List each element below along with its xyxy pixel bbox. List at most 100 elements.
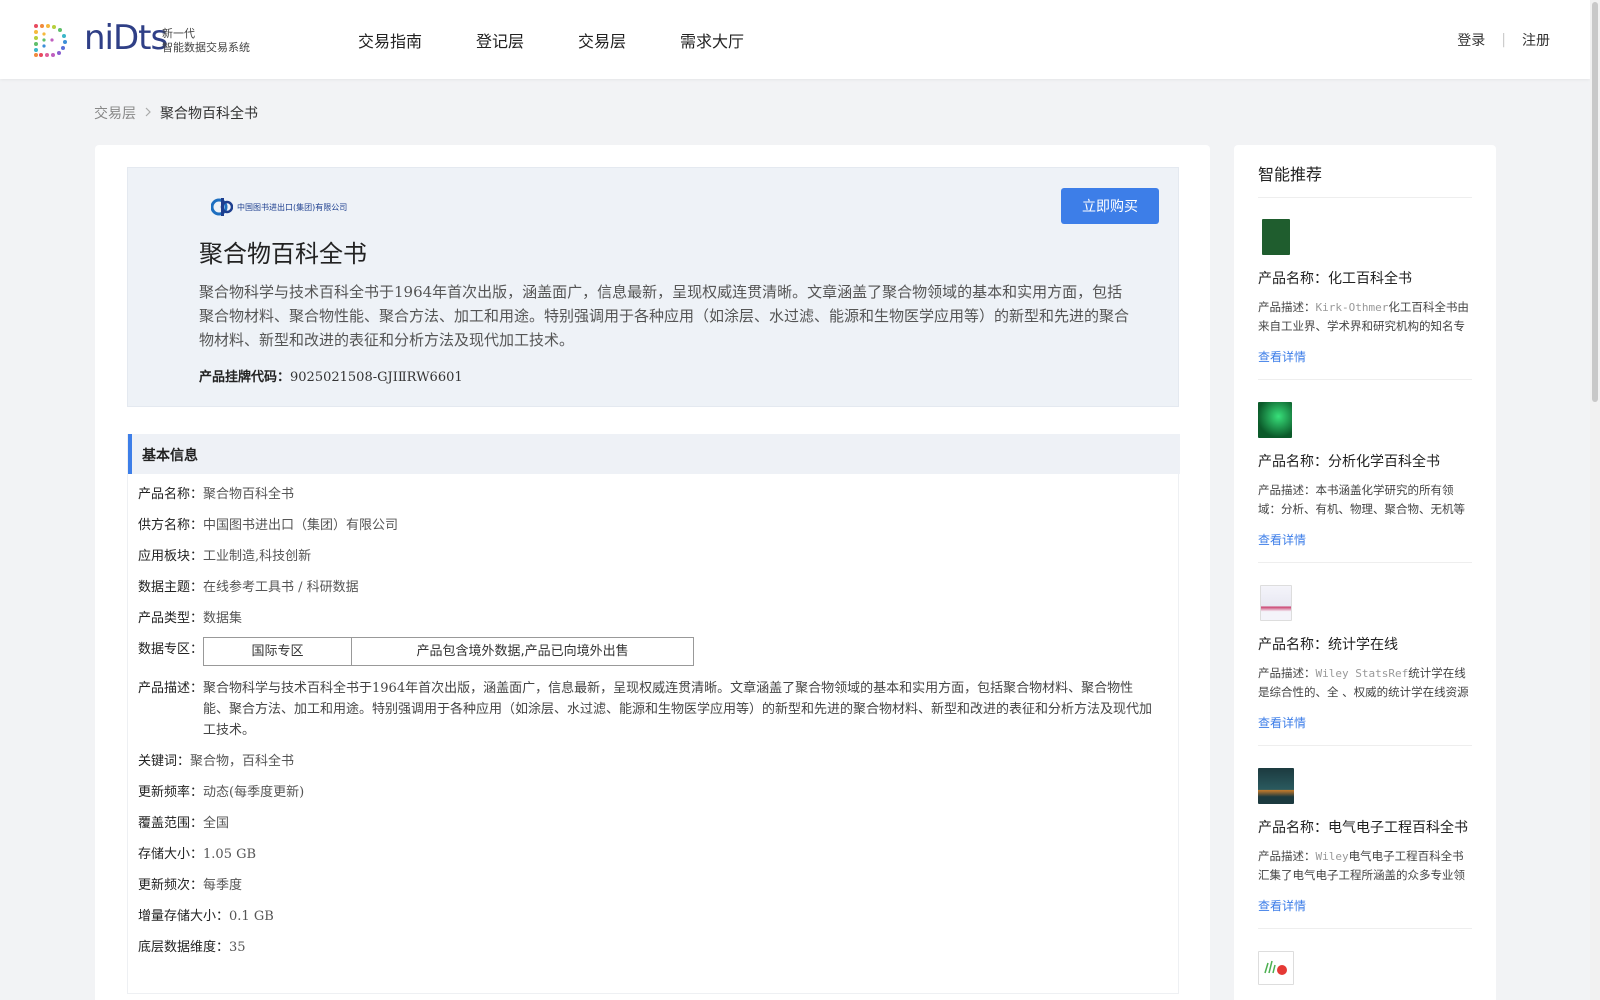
logo-subtitle: 新一代 智能数据交易系统 bbox=[162, 27, 250, 55]
info-row: 应用板块： 工业制造,科技创新 bbox=[138, 546, 1168, 567]
chevron-right-icon bbox=[144, 106, 152, 120]
nav-item-trading[interactable]: 交易层 bbox=[578, 28, 626, 52]
info-row: 关键词： 聚合物，百科全书 bbox=[138, 751, 1168, 772]
page-scrollbar[interactable] bbox=[1590, 0, 1600, 1000]
view-details-link[interactable]: 查看详情 bbox=[1258, 897, 1472, 914]
register-link[interactable]: 注册 bbox=[1522, 30, 1550, 50]
els-logo-thumbnail[interactable] bbox=[1258, 951, 1294, 985]
scrollbar-thumb[interactable] bbox=[1592, 2, 1598, 402]
recommendation-desc: 产品描述：Wiley电气电子工程百科全书汇集了电气电子工程所涵盖的众多专业领域 bbox=[1258, 847, 1472, 883]
nav-item-registration[interactable]: 登记层 bbox=[476, 28, 524, 52]
basic-info-header: 基本信息 bbox=[128, 434, 1180, 474]
recommendation-name[interactable]: 产品名称：统计学在线 bbox=[1258, 634, 1472, 654]
buy-now-button[interactable]: 立即购买 bbox=[1061, 188, 1159, 224]
book-cover-thumbnail[interactable] bbox=[1262, 219, 1290, 255]
info-row: 数据主题： 在线参考工具书 / 科研数据 bbox=[138, 577, 1168, 598]
info-key: 更新频率： bbox=[138, 785, 204, 800]
auth-separator: | bbox=[1501, 32, 1506, 48]
desc-en: Kirk-Othmer bbox=[1315, 301, 1389, 314]
auth-links: 登录 | 注册 bbox=[1457, 30, 1550, 50]
desc-prefix: 产品描述： bbox=[1258, 666, 1316, 680]
info-row: 更新频次： 每季度 bbox=[138, 875, 1168, 896]
recommendation-divider bbox=[1258, 928, 1472, 929]
logo-subtitle-line1: 新一代 bbox=[162, 27, 195, 40]
data-zone-table: 国际专区 产品包含境外数据,产品已向境外出售 bbox=[203, 637, 695, 666]
recommendation-item[interactable]: 产品名称：统计学在线 产品描述：Wiley StatsRef统计学在线是综合性的… bbox=[1258, 585, 1472, 746]
view-details-link[interactable]: 查看详情 bbox=[1258, 714, 1472, 731]
recommendation-item[interactable]: 产品名称：化工百科全书 产品描述：Kirk-Othmer化工百科全书由来自工业界… bbox=[1258, 219, 1472, 380]
info-value: 聚合物科学与技术百科全书于1964年首次出版，涵盖面广，信息最新，呈现权威连贯清… bbox=[203, 681, 1153, 738]
nav-item-guide[interactable]: 交易指南 bbox=[358, 28, 422, 52]
basic-info-section: 基本信息 产品名称： 聚合物百科全书 供方名称： 中国图书进出口（集团）有限公司 应… bbox=[127, 434, 1180, 994]
info-value: 数据集 bbox=[203, 611, 243, 626]
book-cover-thumbnail[interactable] bbox=[1258, 402, 1292, 438]
view-details-link[interactable]: 查看详情 bbox=[1258, 531, 1472, 548]
info-row-data-zone: 数据专区： 国际专区 产品包含境外数据,产品已向境外出售 bbox=[138, 637, 1168, 666]
main-nav: 交易指南 登记层 交易层 需求大厅 bbox=[358, 28, 798, 52]
info-row: 存储大小： 1.05 GB bbox=[138, 844, 1168, 865]
recommendation-desc: 产品描述：Wiley StatsRef统计学在线是综合性的、全 、权威的统计学在… bbox=[1258, 664, 1472, 700]
info-key: 产品描述： bbox=[138, 681, 204, 696]
desc-prefix: 产品描述： bbox=[1258, 849, 1316, 863]
nav-item-demand-hall[interactable]: 需求大厅 bbox=[680, 28, 744, 52]
product-hero: 中国图书进出口(集团)有限公司 立即购买 聚合物百科全书 聚合物科学与技术百科全… bbox=[127, 167, 1179, 407]
info-key: 更新频次： bbox=[138, 878, 204, 893]
basic-info-rows: 产品名称： 聚合物百科全书 供方名称： 中国图书进出口（集团）有限公司 应用板块：工… bbox=[138, 484, 1168, 968]
info-row: 产品类型： 数据集 bbox=[138, 608, 1168, 629]
info-value: 每季度 bbox=[203, 878, 243, 893]
desc-prefix: 产品描述： bbox=[1258, 483, 1316, 497]
recommendation-item[interactable]: 产品名称：电气电子工程百科全书 产品描述：Wiley电气电子工程百科全书汇集了电… bbox=[1258, 768, 1472, 929]
breadcrumb-parent[interactable]: 交易层 bbox=[94, 103, 136, 123]
info-value: 动态(每季度更新) bbox=[203, 785, 305, 800]
login-link[interactable]: 登录 bbox=[1457, 30, 1485, 50]
logo-word: niDts bbox=[84, 18, 168, 58]
book-cover-thumbnail[interactable] bbox=[1260, 585, 1292, 621]
recommendation-divider bbox=[1258, 562, 1472, 563]
info-row: 产品名称： 聚合物百科全书 bbox=[138, 484, 1168, 505]
book-cover-thumbnail[interactable] bbox=[1258, 768, 1294, 804]
info-row: 底层数据维度： 35 bbox=[138, 937, 1168, 958]
info-key: 应用板块： bbox=[138, 549, 204, 564]
product-summary: 聚合物科学与技术百科全书于1964年首次出版，涵盖面广，信息最新，呈现权威连贯清… bbox=[199, 283, 1130, 349]
info-row: 覆盖范围： 全国 bbox=[138, 813, 1168, 834]
site-logo[interactable]: niDts 新一代 智能数据交易系统 bbox=[30, 18, 260, 60]
top-header: niDts 新一代 智能数据交易系统 交易指南 登记层 交易层 需求大厅 登录 … bbox=[0, 0, 1590, 79]
supplier-logo-icon bbox=[211, 198, 233, 216]
recommendation-divider bbox=[1258, 745, 1472, 746]
sidebar-divider bbox=[1258, 197, 1472, 198]
recommendation-name[interactable]: 产品名称：电气电子工程百科全书 bbox=[1258, 817, 1472, 837]
recommendation-sidebar: 智能推荐 产品名称：化工百科全书 产品描述：Kirk-Othmer化工百科全书由… bbox=[1234, 145, 1496, 1000]
info-value: 0.1 GB bbox=[229, 909, 274, 924]
view-details-link[interactable]: 查看详情 bbox=[1258, 348, 1472, 365]
supplier-logo-text: 中国图书进出口(集团)有限公司 bbox=[237, 202, 348, 212]
info-key: 产品名称： bbox=[138, 487, 204, 502]
info-value: 35 bbox=[229, 940, 246, 955]
info-key: 数据主题： bbox=[138, 580, 204, 595]
recommendation-desc: 产品描述：本书涵盖化学研究的所有领域：分析、有机、物理、聚合物、无机等 bbox=[1258, 481, 1472, 517]
info-key: 供方名称： bbox=[138, 518, 204, 533]
recommendation-name[interactable]: 产品名称：化工百科全书 bbox=[1258, 268, 1472, 288]
info-value: 聚合物，百科全书 bbox=[190, 754, 295, 769]
data-zone-cell: 产品包含境外数据,产品已向境外出售 bbox=[351, 638, 693, 665]
info-key: 产品类型： bbox=[138, 611, 204, 626]
info-key: 数据专区： bbox=[138, 642, 204, 657]
recommendation-item[interactable] bbox=[1258, 951, 1472, 985]
recommendation-desc: 产品描述：Kirk-Othmer化工百科全书由来自工业界、学术界和研究机构的知名… bbox=[1258, 298, 1472, 334]
info-value: 聚合物百科全书 bbox=[203, 487, 295, 502]
info-value: 工业制造,科技创新 bbox=[203, 549, 312, 564]
listing-code: 产品挂牌代码：9025021508-GJIⅡRW6601 bbox=[199, 366, 463, 385]
info-row: 增量存储大小： 0.1 GB bbox=[138, 906, 1168, 927]
els-logo-icon bbox=[1264, 960, 1287, 975]
listing-code-label: 产品挂牌代码： bbox=[199, 370, 291, 385]
info-value: 在线参考工具书 / 科研数据 bbox=[203, 580, 359, 595]
info-key: 增量存储大小： bbox=[138, 909, 230, 924]
product-title: 聚合物百科全书 bbox=[199, 240, 367, 268]
info-key: 关键词： bbox=[138, 754, 191, 769]
recommendation-name[interactable]: 产品名称：分析化学百科全书 bbox=[1258, 451, 1472, 471]
info-row-description: 产品描述： 聚合物科学与技术百科全书于1964年首次出版，涵盖面广，信息最新，呈… bbox=[138, 678, 1168, 741]
info-key: 底层数据维度： bbox=[138, 940, 230, 955]
info-key: 覆盖范围： bbox=[138, 816, 204, 831]
info-row: 供方名称： 中国图书进出口（集团）有限公司 bbox=[138, 515, 1168, 536]
recommendation-item[interactable]: 产品名称：分析化学百科全书 产品描述：本书涵盖化学研究的所有领域：分析、有机、物… bbox=[1258, 402, 1472, 563]
desc-en: Wiley bbox=[1315, 850, 1349, 863]
